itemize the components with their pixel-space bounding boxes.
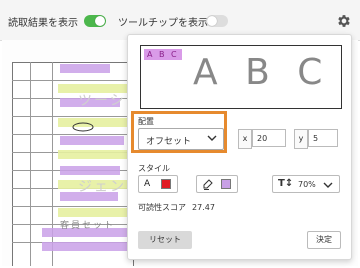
readability-score: 可読性スコア 27.47	[138, 202, 215, 213]
gear-icon[interactable]	[336, 13, 352, 29]
circle-mark-icon	[72, 122, 94, 132]
style-preview: A B C A B C	[140, 45, 342, 109]
highlight-color-swatch	[221, 179, 231, 189]
text-color-button[interactable]: A	[138, 175, 178, 193]
chevron-down-icon	[323, 182, 333, 188]
text-color-icon: A	[144, 179, 151, 189]
toggle-knob	[95, 16, 105, 26]
chevron-down-icon	[207, 135, 217, 141]
show-results-label: 読取結果を表示	[8, 18, 78, 29]
marker-icon	[203, 179, 213, 190]
ok-button[interactable]: 決定	[307, 231, 341, 249]
show-tooltip-toggle[interactable]	[206, 15, 228, 27]
preview-sample-text: A B C	[193, 52, 331, 93]
font-size-icon: T↕	[278, 178, 294, 189]
show-results-toggle[interactable]	[84, 15, 106, 27]
font-size-value: 70%	[298, 180, 316, 189]
x-label: x	[238, 129, 252, 149]
readability-label: 可読性スコア	[138, 203, 186, 212]
label-style-panel: A B C A B C 配置 オフセット x 20 y 5 スタイル A T↕ …	[127, 34, 352, 260]
reset-button[interactable]: リセット	[138, 231, 192, 249]
preview-tag: A B C	[144, 49, 182, 60]
font-size-select[interactable]: T↕ 70%	[272, 175, 340, 193]
highlight-color-button[interactable]	[196, 175, 238, 193]
placement-label: 配置	[138, 117, 154, 126]
readability-value: 27.47	[192, 203, 215, 212]
placement-select-value: オフセット	[146, 137, 192, 147]
ghost-text: 客員セット	[60, 221, 116, 231]
placement-select[interactable]: オフセット	[138, 128, 224, 150]
style-label: スタイル	[138, 164, 170, 173]
x-input[interactable]: 20	[252, 129, 286, 147]
toggle-knob	[207, 16, 217, 26]
show-tooltip-label: ツールチップを表示	[118, 18, 208, 29]
text-color-swatch	[161, 179, 171, 189]
y-input[interactable]: 5	[308, 129, 338, 147]
y-label: y	[294, 129, 308, 149]
